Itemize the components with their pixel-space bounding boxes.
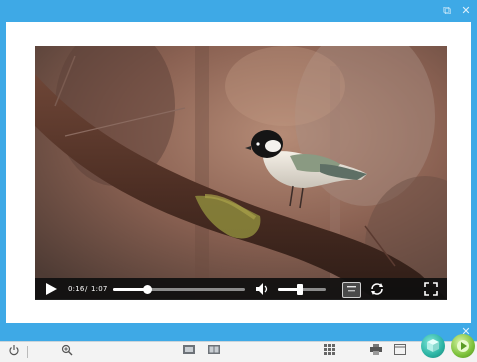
- power-icon: [9, 345, 19, 356]
- speed-icon[interactable]: [342, 282, 361, 298]
- seek-bar[interactable]: [113, 285, 245, 294]
- panel-footer-bar: ✕: [0, 323, 477, 341]
- teal-action-button[interactable]: [421, 334, 445, 358]
- close-icon[interactable]: ✕: [459, 4, 473, 18]
- loop-icon[interactable]: [369, 281, 385, 297]
- go-button[interactable]: [451, 334, 475, 358]
- print-icon: [370, 344, 382, 355]
- video-controls: 0:16 / 1:07: [35, 278, 447, 300]
- title-bar: ⧉ ✕: [0, 0, 477, 22]
- time-separator: /: [85, 285, 88, 293]
- spread-view-button[interactable]: [205, 344, 223, 360]
- current-time: 0:16: [68, 285, 85, 293]
- zoom-button[interactable]: [58, 344, 76, 360]
- bottom-toolbar: [0, 341, 477, 362]
- video-frame[interactable]: [35, 46, 447, 299]
- play-icon[interactable]: [44, 282, 58, 296]
- go-icon: [457, 340, 469, 352]
- zoom-icon: [61, 344, 73, 356]
- content-panel: 0:16 / 1:07: [6, 22, 471, 323]
- restore-icon[interactable]: ⧉: [440, 4, 454, 18]
- page-icon: [183, 345, 195, 354]
- volume-slider[interactable]: [278, 284, 326, 295]
- page-view-button[interactable]: [180, 344, 198, 360]
- cube-icon: [427, 339, 439, 352]
- spread-icon: [208, 345, 220, 354]
- seek-handle[interactable]: [142, 285, 152, 294]
- window-button[interactable]: [391, 344, 409, 360]
- power-button[interactable]: [5, 344, 23, 360]
- volume-icon[interactable]: [255, 282, 271, 296]
- volume-handle[interactable]: [296, 284, 303, 295]
- duration: 1:07: [91, 285, 108, 293]
- grid-icon: [323, 344, 335, 355]
- grid-button[interactable]: [320, 344, 338, 360]
- window-icon: [394, 344, 406, 355]
- print-button[interactable]: [367, 344, 385, 360]
- video-image: [35, 46, 447, 299]
- fullscreen-icon[interactable]: [424, 282, 438, 296]
- toolbar-divider: [27, 346, 28, 358]
